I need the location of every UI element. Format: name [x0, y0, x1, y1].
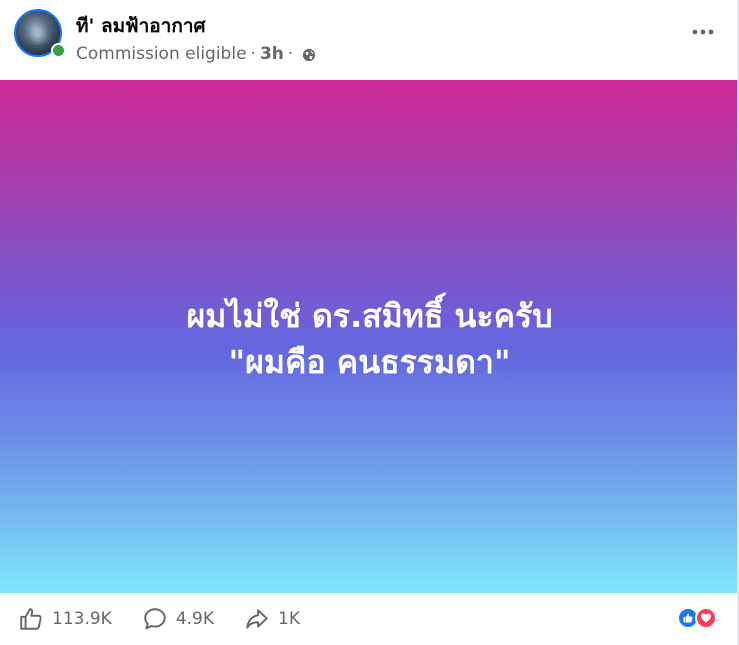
- post-timestamp[interactable]: 3h: [260, 44, 284, 64]
- like-count: 113.9K: [52, 609, 112, 629]
- post-header: ที' ลมฟ้าอากาศ Commission eligible · 3h …: [0, 0, 739, 80]
- like-button[interactable]: 113.9K: [18, 606, 112, 632]
- comment-count: 4.9K: [175, 609, 215, 629]
- reactions-summary[interactable]: [677, 607, 719, 631]
- online-status-icon: [51, 43, 66, 58]
- globe-icon[interactable]: [302, 47, 316, 62]
- meta-separator: ·: [250, 44, 256, 64]
- author-avatar[interactable]: [14, 9, 66, 61]
- thumbs-up-icon: [20, 608, 42, 630]
- comment-bubble-icon: [144, 608, 166, 630]
- commission-label: Commission eligible: [76, 44, 247, 64]
- post-text-banner: ผมไม่ใช่ ดร.สมิทธิ์ นะครับ "ผมคือ คนธรรม…: [0, 80, 739, 593]
- banner-text-line-1: ผมไม่ใช่ ดร.สมิทธิ์ นะครับ: [186, 296, 553, 335]
- banner-text-line-2: "ผมคือ คนธรรมดา": [228, 342, 511, 381]
- share-arrow-icon: [246, 609, 268, 629]
- share-button[interactable]: 1K: [244, 606, 300, 632]
- comment-button[interactable]: 4.9K: [142, 606, 214, 632]
- post-meta: Commission eligible · 3h ·: [76, 44, 316, 64]
- meta-separator: ·: [287, 44, 294, 64]
- post-card: ที' ลมฟ้าอากาศ Commission eligible · 3h …: [0, 0, 739, 645]
- love-reaction-icon: [695, 607, 717, 629]
- share-count: 1K: [278, 609, 300, 629]
- author-name[interactable]: ที' ลมฟ้าอากาศ: [76, 11, 206, 41]
- more-options-button[interactable]: [687, 18, 719, 46]
- post-actions-bar: 113.9K 4.9K 1K: [0, 593, 739, 645]
- more-horizontal-icon: [692, 29, 714, 35]
